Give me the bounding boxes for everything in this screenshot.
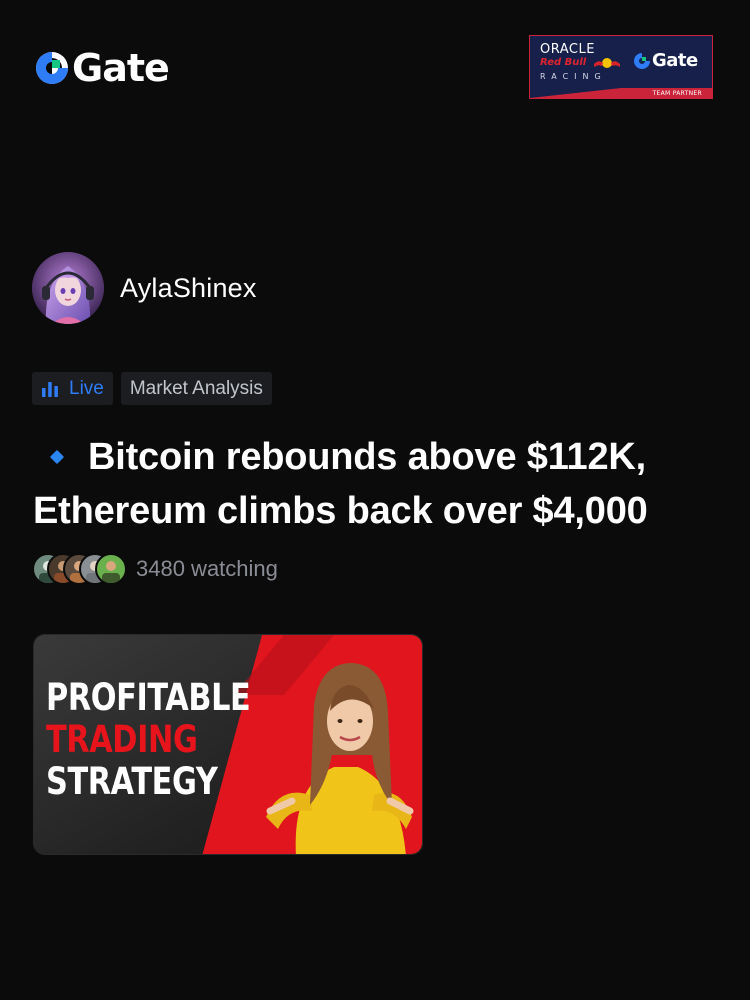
- author-avatar[interactable]: [32, 252, 104, 324]
- oracle-label: ORACLE: [540, 42, 595, 57]
- gate-logo-icon: [36, 52, 68, 84]
- watcher-avatar: [95, 553, 127, 585]
- live-tag-label: Live: [69, 377, 104, 399]
- watcher-avatars: [32, 553, 128, 585]
- blue-diamond-icon: [49, 449, 65, 465]
- video-thumbnail[interactable]: PROFITABLE TRADING STRATEGY: [33, 634, 423, 855]
- racing-label: RACING: [540, 72, 607, 81]
- post-headline[interactable]: Bitcoin rebounds above $112K, Ethereum c…: [33, 430, 723, 538]
- gate-small-icon: [634, 52, 650, 69]
- thumbnail-line-1: PROFITABLE: [46, 676, 251, 719]
- headline-line-1: Bitcoin rebounds above $112K,: [88, 436, 647, 478]
- post-tags: Live Market Analysis: [32, 372, 272, 405]
- watching-count: 3480 watching: [136, 556, 278, 581]
- live-tag[interactable]: Live: [32, 372, 113, 405]
- brand-name: Gate: [72, 46, 170, 90]
- partner-gate-text: Gate: [652, 50, 698, 71]
- team-partner-label: TEAM PARTNER: [652, 90, 702, 97]
- red-bull-logo-icon: [594, 58, 620, 68]
- market-analysis-label: Market Analysis: [129, 377, 263, 399]
- author-name[interactable]: AylaShinex: [120, 273, 257, 304]
- watchers-row[interactable]: 3480 watching: [32, 553, 278, 585]
- bar-chart-icon: [42, 381, 58, 397]
- headline-line-2: Ethereum climbs back over $4,000: [33, 490, 648, 532]
- gate-logo[interactable]: Gate: [34, 46, 170, 90]
- partner-gate-logo: Gate: [633, 50, 698, 71]
- author-row[interactable]: AylaShinex: [32, 252, 257, 324]
- thumbnail-line-3: STRATEGY: [46, 760, 218, 803]
- team-partner-banner[interactable]: ORACLE Red Bull RACING Gate TEAM PARTNER: [529, 35, 713, 99]
- thumbnail-title: PROFITABLE TRADING STRATEGY: [46, 676, 251, 803]
- red-bull-label: Red Bull: [540, 57, 587, 68]
- thumbnail-line-2: TRADING: [46, 718, 198, 761]
- market-analysis-tag[interactable]: Market Analysis: [120, 372, 272, 405]
- anime-avatar-image: [32, 252, 104, 324]
